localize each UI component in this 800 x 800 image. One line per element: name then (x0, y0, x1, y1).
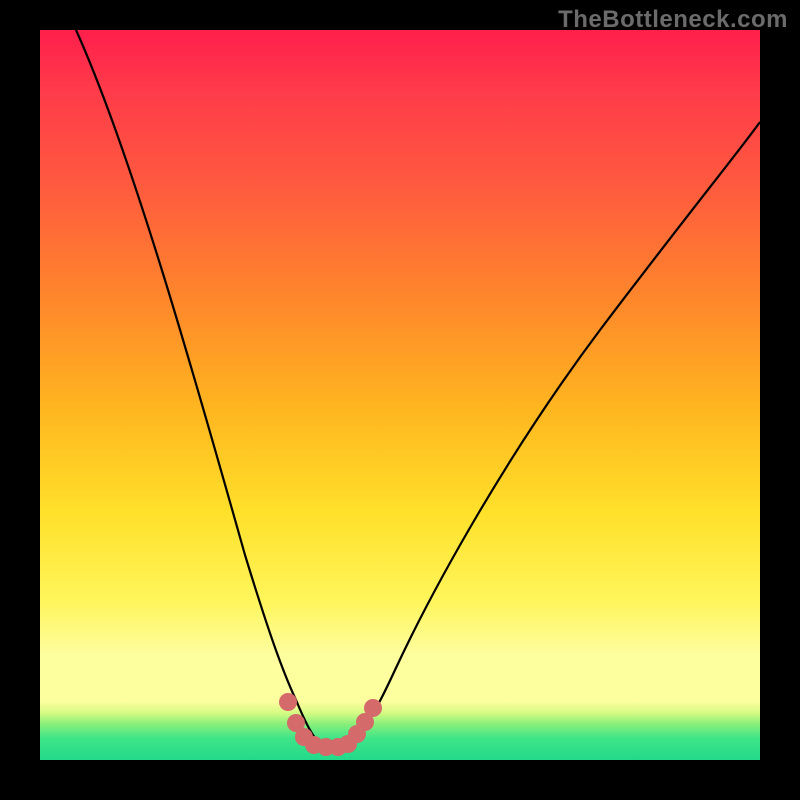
gradient-plot-area (40, 30, 760, 760)
curve-layer (40, 30, 760, 760)
chart-stage: TheBottleneck.com (0, 0, 800, 800)
highlight-dots (279, 693, 382, 756)
bottleneck-curve-path (76, 30, 760, 746)
